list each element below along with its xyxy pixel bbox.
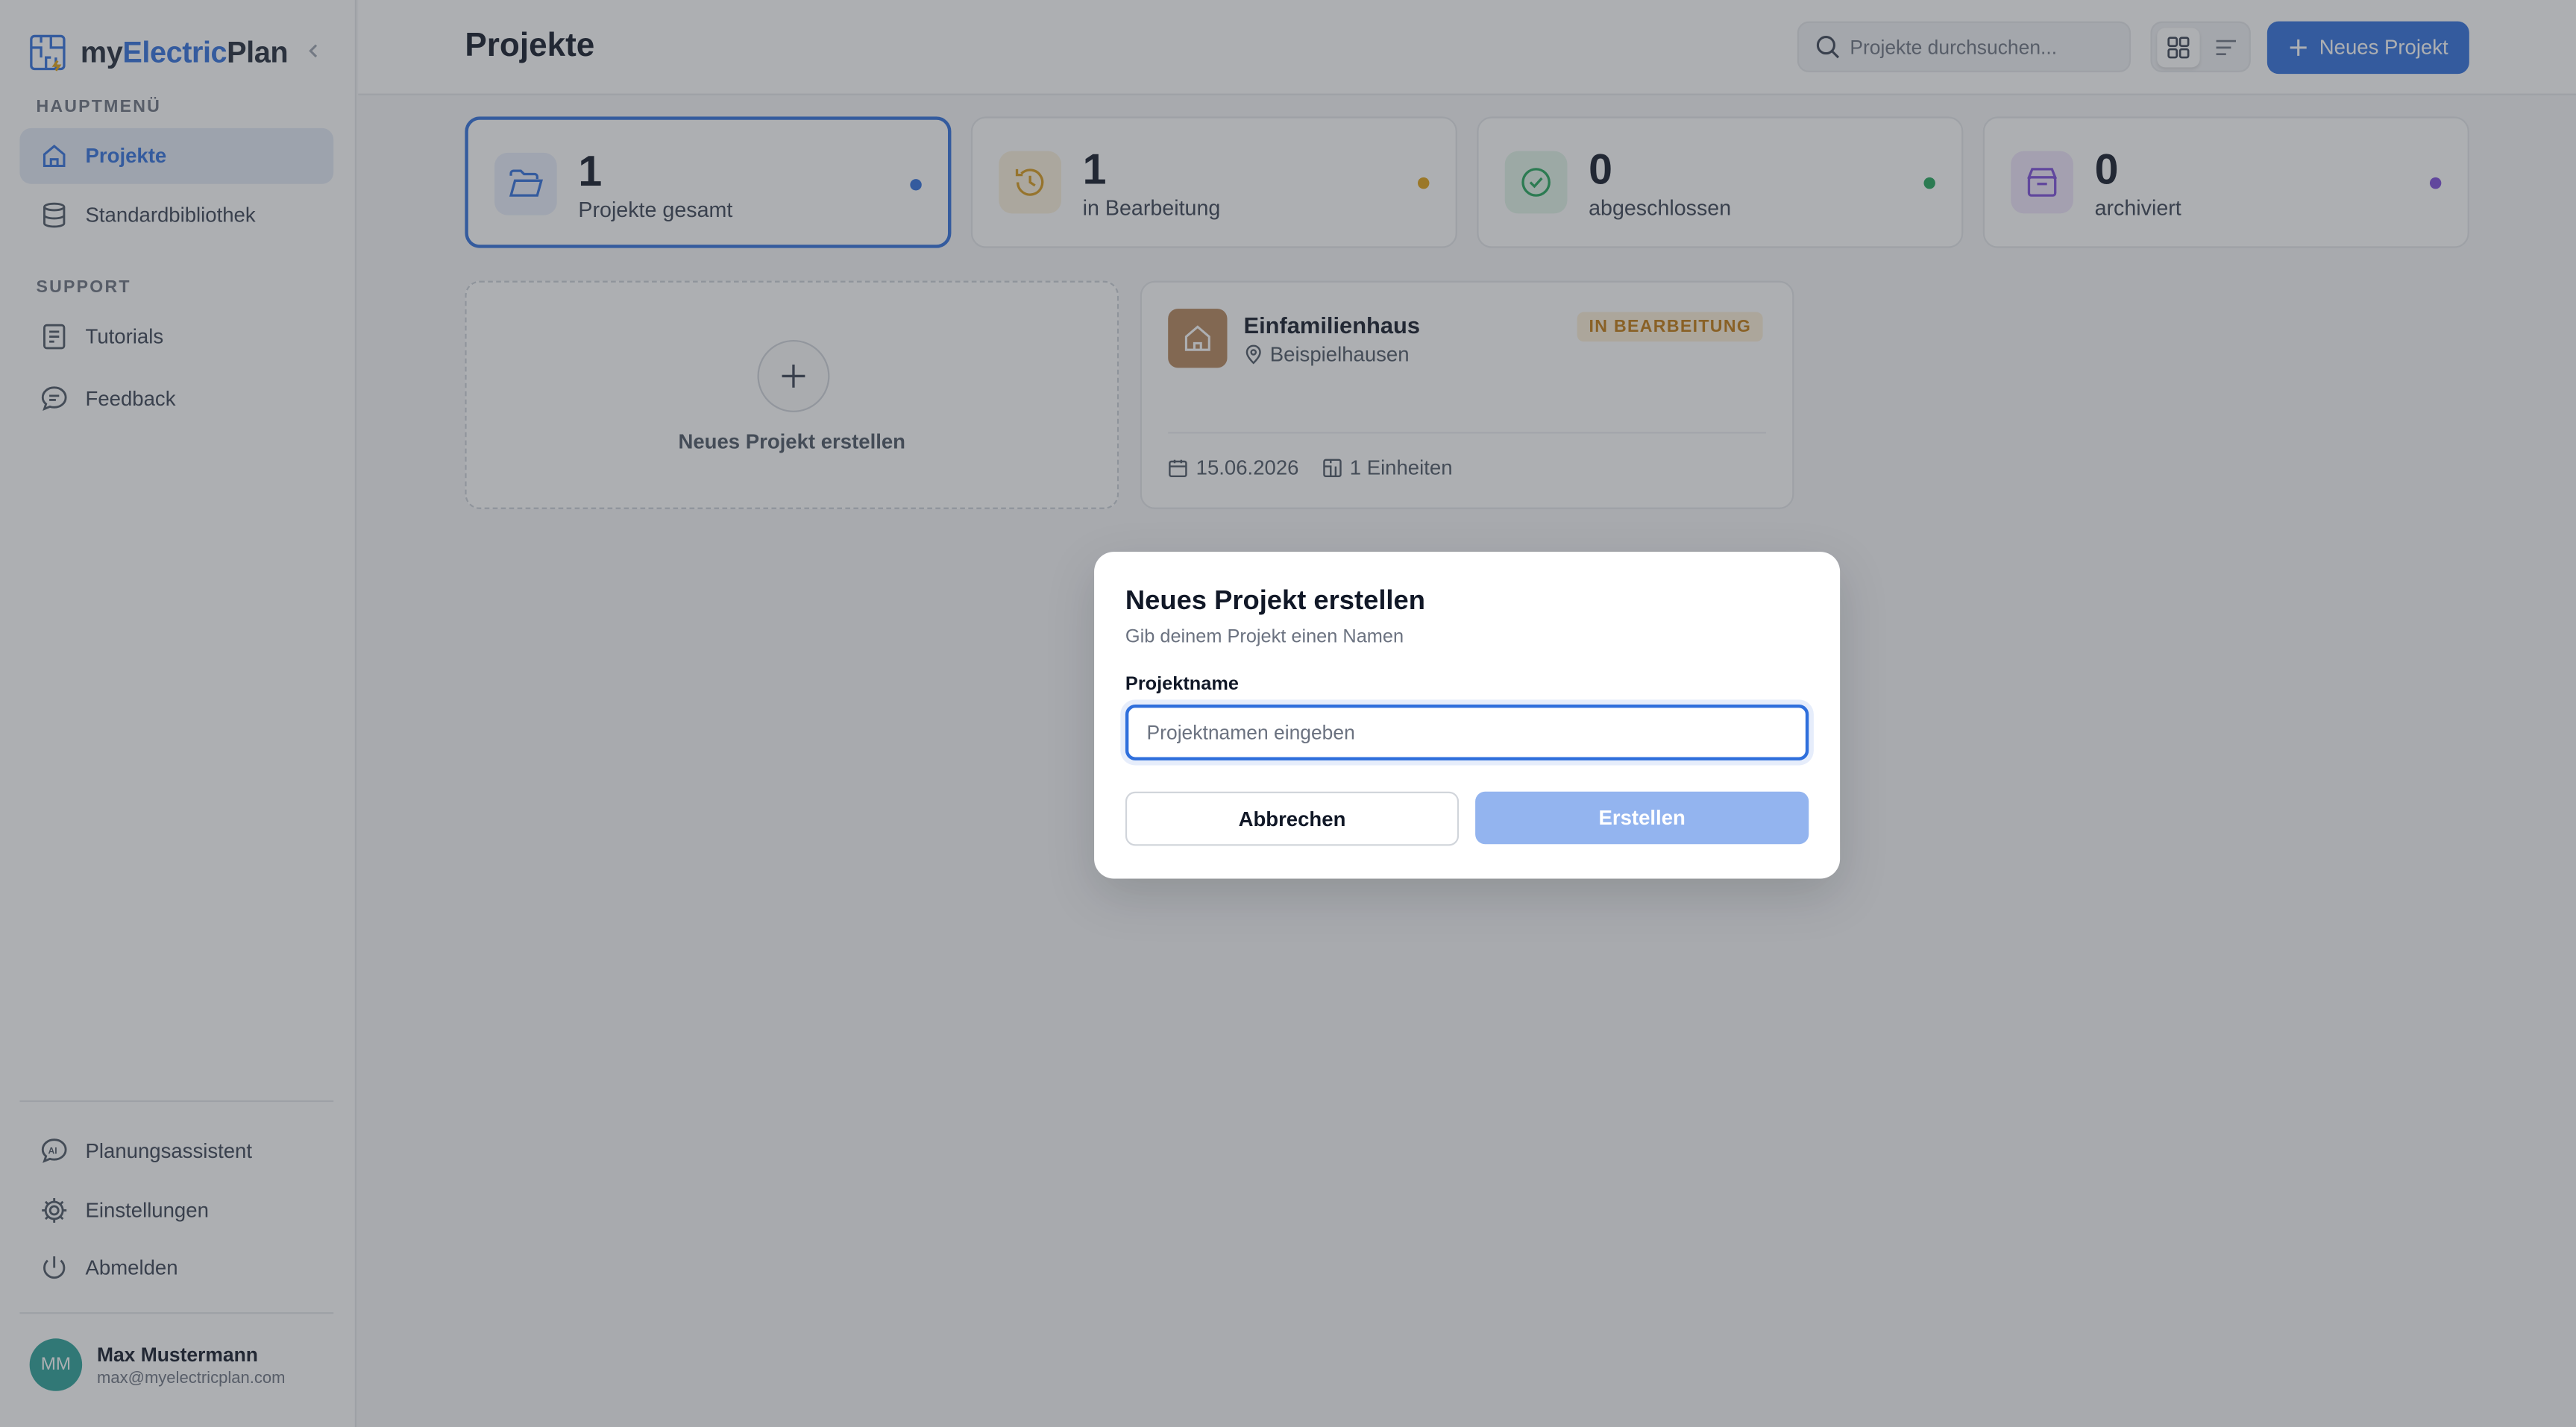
create-button[interactable]: Erstellen <box>1475 791 1809 845</box>
dialog-subtitle: Gib deinem Projekt einen Namen <box>1125 627 1404 647</box>
project-name-label: Projektname <box>1125 675 1239 695</box>
new-project-dialog: Neues Projekt erstellen Gib deinem Proje… <box>1094 552 1841 879</box>
cancel-button[interactable]: Abbrechen <box>1125 791 1460 846</box>
project-name-input[interactable] <box>1125 705 1809 760</box>
dialog-title: Neues Projekt erstellen <box>1125 586 1425 617</box>
